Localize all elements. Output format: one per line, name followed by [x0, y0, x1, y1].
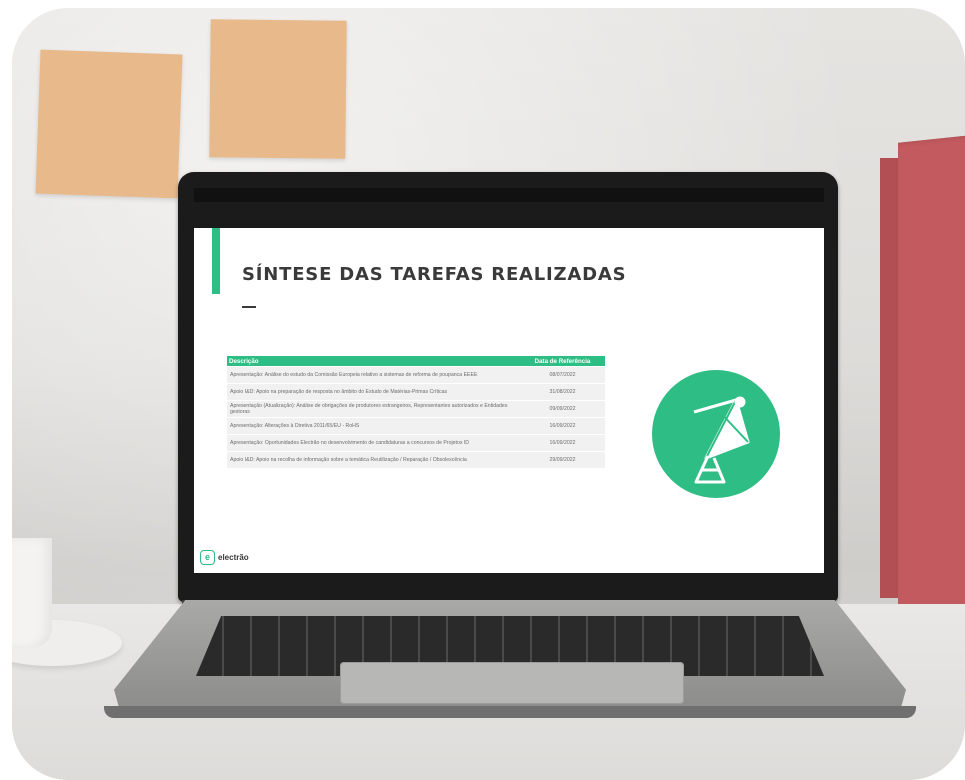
row-description: Apresentação: Oportunidades Electrão no …	[230, 440, 470, 446]
table-row: Apresentação (Atualização): Análise de o…	[227, 400, 605, 417]
row-date: 09/09/2022	[549, 406, 576, 412]
table-row: Apresentação: Análise do estudo da Comis…	[227, 366, 605, 383]
table-row: Apoio I&D: Apoio na preparação de respos…	[227, 383, 605, 400]
row-date: 16/09/2022	[549, 423, 576, 429]
coffee-cup	[12, 538, 52, 648]
row-description: Apoio I&D: Apoio na preparação de respos…	[230, 389, 448, 395]
electrao-logo-mark: e	[200, 550, 215, 565]
row-date: 16/09/2022	[549, 440, 576, 446]
tasks-table: Descrição Data de Referência Apresentaçã…	[227, 356, 605, 468]
row-description: Apresentação: Alterações à Diretiva 2011…	[230, 423, 360, 429]
slide-title: SÍNTESE DAS TAREFAS REALIZADAS	[242, 264, 627, 285]
table-row: Apresentação: Oportunidades Electrão no …	[227, 434, 605, 451]
title-underline-dash	[242, 306, 256, 308]
header-date: Data de Referência	[534, 357, 591, 365]
table-row: Apoio I&D: Apoio na recolha de informaçã…	[227, 451, 605, 468]
row-description: Apresentação (Atualização): Análise de o…	[230, 403, 508, 415]
table-row: Apresentação: Alterações à Diretiva 2011…	[227, 417, 605, 434]
table-header: Descrição Data de Referência	[227, 356, 605, 366]
electrao-logo: e electrão	[200, 550, 249, 565]
sticky-note-right	[209, 19, 347, 159]
row-date: 31/08/2022	[549, 389, 576, 395]
sticky-note-left	[35, 49, 183, 199]
laptop-base-front	[104, 706, 916, 718]
laptop-bezel	[194, 188, 824, 202]
laptop-screen: SÍNTESE DAS TAREFAS REALIZADAS Descrição…	[194, 228, 824, 573]
row-date: 08/07/2022	[549, 372, 576, 378]
row-date: 29/09/2022	[549, 457, 576, 463]
book-spine	[880, 158, 900, 598]
title-accent-bar	[212, 228, 220, 294]
header-description: Descrição	[229, 357, 259, 365]
row-description: Apoio I&D: Apoio na recolha de informaçã…	[230, 457, 467, 463]
logo-text: electrão	[218, 553, 249, 562]
red-book	[898, 133, 965, 623]
satellite-dish-icon	[652, 370, 780, 498]
laptop-trackpad	[340, 662, 684, 704]
row-description: Apresentação: Análise do estudo da Comis…	[230, 372, 478, 378]
